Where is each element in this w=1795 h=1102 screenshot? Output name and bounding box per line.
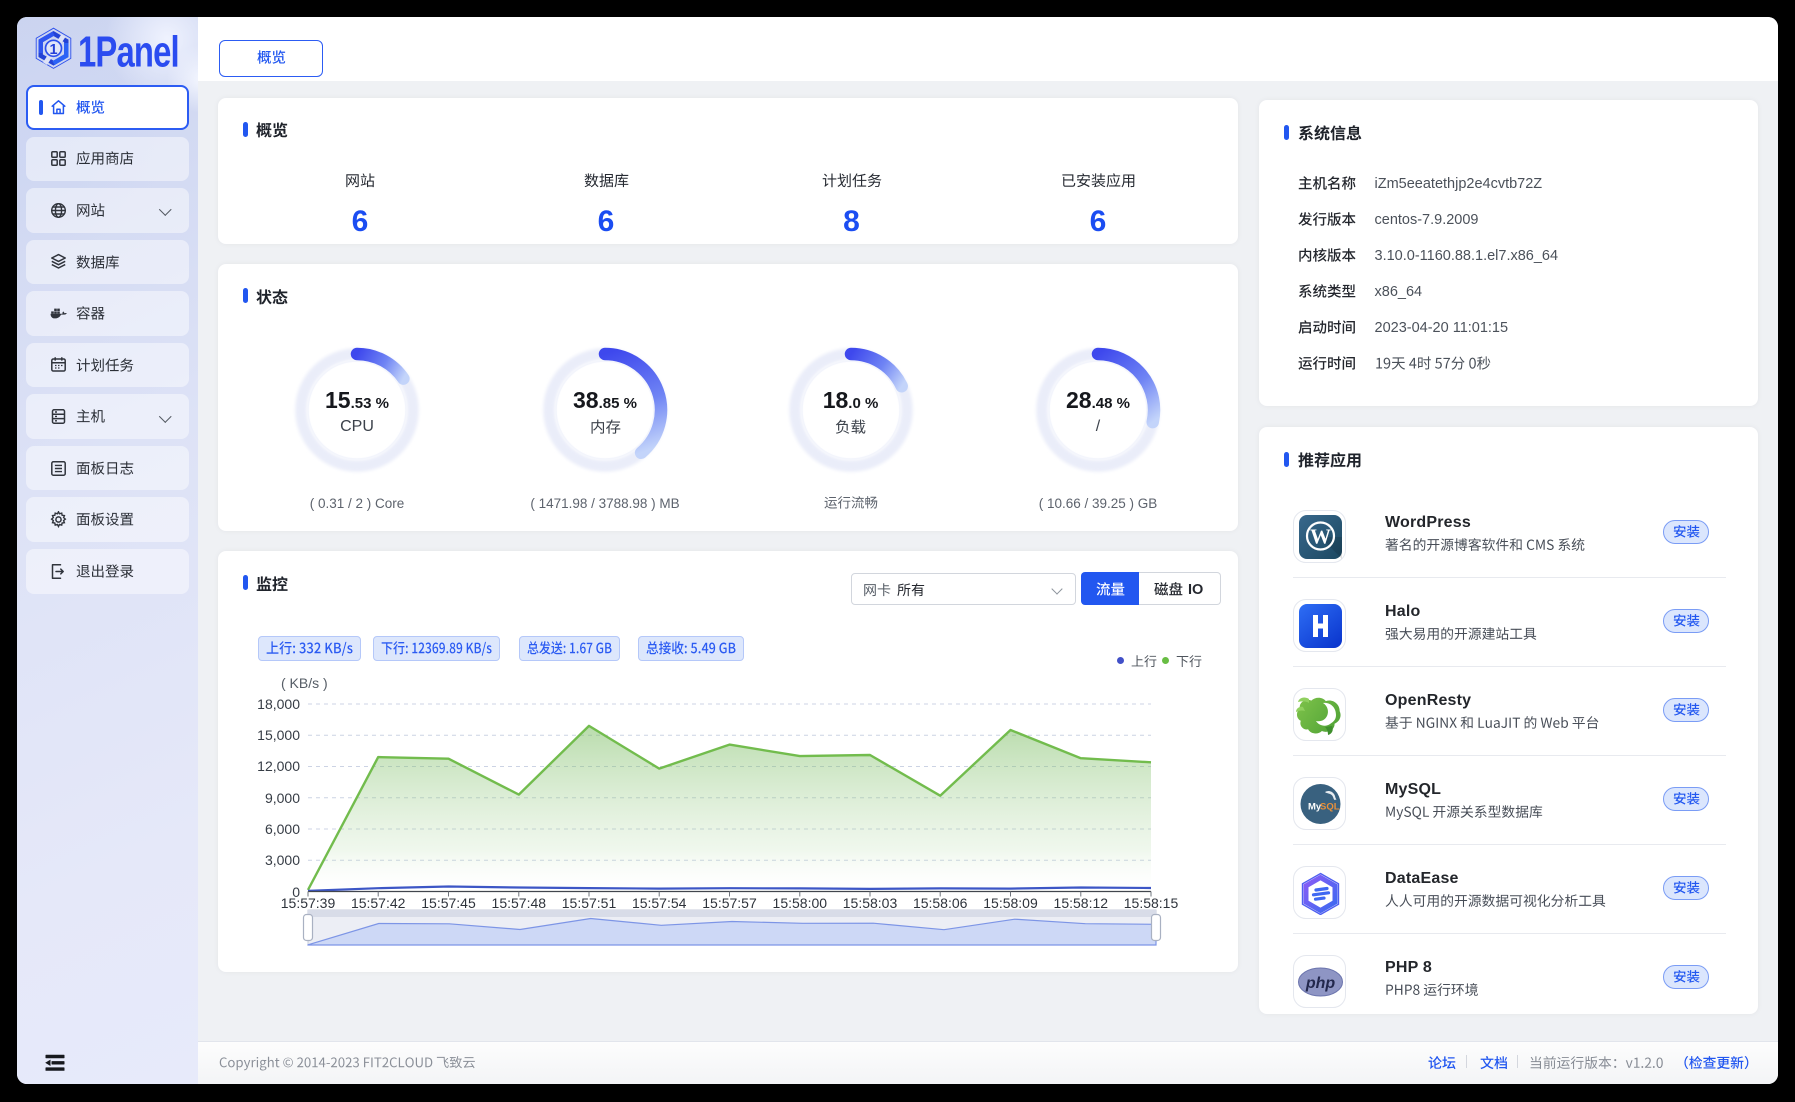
svg-text:12,000: 12,000 (257, 758, 300, 774)
svg-text:( KB/s ): ( KB/s ) (281, 675, 328, 691)
svg-text:15:57:51: 15:57:51 (562, 895, 617, 911)
svg-text:15:57:54: 15:57:54 (632, 895, 687, 911)
svg-text:15:58:06: 15:58:06 (913, 895, 968, 911)
svg-text:15:57:57: 15:57:57 (702, 895, 757, 911)
svg-text:15:57:42: 15:57:42 (351, 895, 406, 911)
svg-text:SQL: SQL (1320, 802, 1340, 813)
svg-text:15:57:48: 15:57:48 (492, 895, 547, 911)
svg-text:15:58:12: 15:58:12 (1054, 895, 1109, 911)
svg-text:3,000: 3,000 (265, 852, 300, 868)
svg-text:15:58:09: 15:58:09 (983, 895, 1038, 911)
svg-text:W: W (1310, 524, 1331, 548)
svg-text:6,000: 6,000 (265, 821, 300, 837)
svg-text:15:58:00: 15:58:00 (773, 895, 828, 911)
svg-text:15:57:39: 15:57:39 (281, 895, 336, 911)
svg-text:9,000: 9,000 (265, 790, 300, 806)
svg-text:15:58:15: 15:58:15 (1124, 895, 1179, 911)
svg-text:18,000: 18,000 (257, 696, 300, 712)
svg-text:1: 1 (49, 42, 57, 58)
svg-text:15,000: 15,000 (257, 727, 300, 743)
svg-text:php: php (1305, 975, 1336, 992)
svg-text:15:58:03: 15:58:03 (843, 895, 898, 911)
svg-text:15:57:45: 15:57:45 (421, 895, 476, 911)
